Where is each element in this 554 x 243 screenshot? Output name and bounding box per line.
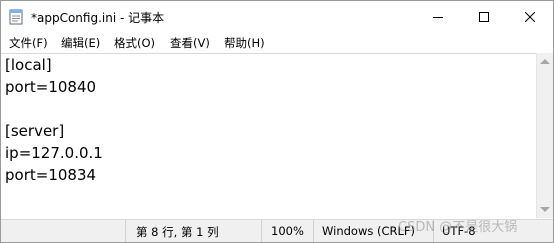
menu-help[interactable]: 帮助(H) bbox=[224, 35, 265, 51]
title-bar[interactable]: *appConfig.ini - 记事本 bbox=[1, 1, 553, 32]
scroll-down-icon[interactable] bbox=[540, 207, 550, 212]
maximize-button[interactable] bbox=[461, 1, 507, 32]
menu-file[interactable]: 文件(F) bbox=[9, 35, 48, 51]
close-button[interactable] bbox=[507, 1, 553, 32]
editor-line: [local] bbox=[5, 56, 52, 74]
maximize-icon bbox=[479, 7, 489, 26]
menu-bar: 文件(F) 编辑(E) 格式(O) 查看(V) 帮助(H) bbox=[1, 32, 553, 53]
minimize-button[interactable] bbox=[415, 1, 461, 32]
status-divider bbox=[261, 220, 262, 242]
zoom-level: 100% bbox=[271, 224, 304, 238]
scroll-up-icon[interactable] bbox=[540, 59, 550, 64]
notepad-window: *appConfig.ini - 记事本 文件(F) 编辑(E) 格式(O) 查… bbox=[0, 0, 554, 243]
editor-line: port=10840 bbox=[5, 78, 97, 96]
editor-line: [server] bbox=[5, 122, 65, 140]
status-divider bbox=[125, 220, 126, 242]
menu-view[interactable]: 查看(V) bbox=[170, 35, 210, 51]
watermark-text: CSDN @不是很大锅 bbox=[398, 220, 518, 235]
status-divider bbox=[313, 220, 314, 242]
editor-line: ip=127.0.0.1 bbox=[5, 144, 103, 162]
minimize-icon bbox=[433, 7, 443, 26]
notepad-icon bbox=[9, 8, 24, 25]
close-icon bbox=[524, 7, 536, 26]
editor-line: port=10834 bbox=[5, 166, 97, 184]
text-editor[interactable]: [local] port=10840 [server] ip=127.0.0.1… bbox=[1, 53, 536, 219]
window-title: *appConfig.ini - 记事本 bbox=[31, 11, 165, 25]
menu-edit[interactable]: 编辑(E) bbox=[61, 35, 100, 51]
cursor-position: 第 8 行, 第 1 列 bbox=[136, 225, 219, 239]
menu-format[interactable]: 格式(O) bbox=[114, 35, 155, 51]
vertical-scrollbar[interactable] bbox=[536, 53, 553, 218]
